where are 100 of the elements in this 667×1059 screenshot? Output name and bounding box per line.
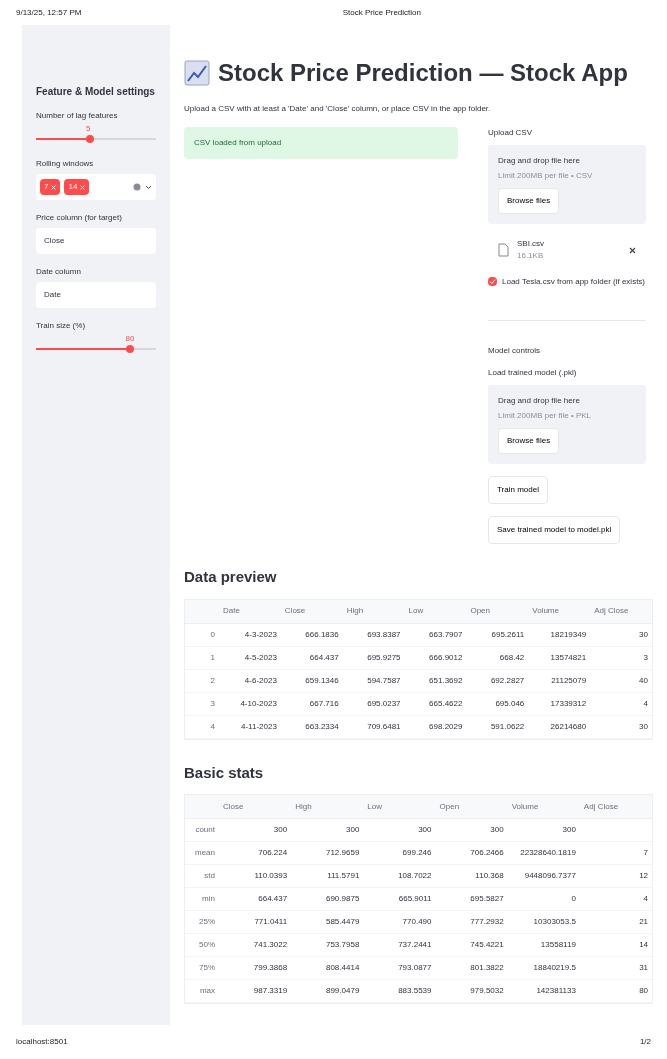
table-cell: 300 — [346, 825, 360, 834]
table-cell: 4 — [643, 894, 649, 903]
table-cell: 7 — [643, 848, 649, 857]
success-alert: CSV loaded from upload — [184, 127, 458, 159]
column-header: Adj Close — [593, 605, 630, 617]
upload-label: Upload CSV — [488, 127, 534, 139]
table-cell: 695.2611 — [491, 629, 525, 639]
table-cell: 22328640.1819 — [520, 848, 576, 857]
slider-label: Number of lag features — [36, 110, 119, 122]
table-cell: 300 — [490, 825, 504, 834]
column-header: Adj Close — [582, 800, 620, 813]
row-index: min — [201, 893, 216, 905]
table-cell: 18840219.5 — [533, 963, 576, 972]
dropzone-text: Drag and drop file here — [498, 155, 581, 167]
table-cell: 695.5827 — [470, 894, 504, 903]
column-header: Volume — [531, 605, 560, 617]
table-cell: 777.2932 — [470, 917, 504, 926]
row-index: std — [203, 870, 216, 882]
table-cell: 4-5-2023 — [244, 652, 277, 662]
row-index: 1 — [209, 651, 216, 664]
print-url: localhost:8501 — [16, 1036, 68, 1048]
table-cell: 706.2466 — [470, 848, 504, 857]
column-header: Volume — [510, 800, 540, 813]
slider-label: Train size (%) — [36, 320, 87, 332]
table-cell: 3 — [643, 652, 648, 662]
table-cell: 110.368 — [475, 871, 504, 880]
slider-thumb[interactable] — [125, 345, 134, 353]
table-cell: 690.9875 — [325, 894, 360, 903]
section-heading: Model controls — [488, 345, 542, 357]
table-cell: 4-11-2023 — [240, 721, 277, 731]
table-cell: 21 — [639, 917, 649, 926]
row-index: 3 — [209, 697, 216, 710]
column-header: Low — [366, 800, 384, 813]
table-cell: 883.5539 — [398, 986, 432, 995]
table-cell: 108.7022 — [398, 871, 432, 880]
table-cell: 699.246 — [402, 848, 432, 857]
table-cell: 663.7907 — [429, 629, 463, 639]
table-cell: 31 — [639, 963, 649, 972]
table-cell: 594.7587 — [367, 675, 401, 685]
slider-value: 5 — [86, 124, 91, 134]
multiselect-label: Rolling windows — [36, 158, 95, 170]
table-cell: 13558119 — [540, 940, 576, 949]
page-title: Stock Price Prediction — Stock App — [218, 58, 628, 88]
print-title: Stock Price Prediction — [342, 6, 421, 19]
row-index: mean — [194, 847, 216, 859]
table-cell: 695.0237 — [367, 698, 401, 708]
row-index: max — [198, 985, 216, 997]
dropzone-limit: Limit 200MB per file • CSV — [498, 170, 594, 182]
table-cell: 745.4221 — [470, 940, 504, 949]
table-cell: 666.1836 — [305, 629, 339, 639]
close-icon[interactable] — [629, 246, 636, 254]
action-button[interactable]: Save trained model to model.pkl — [488, 516, 621, 544]
table-cell: 0 — [571, 894, 576, 903]
table-cell: 665.4622 — [429, 698, 463, 708]
text-input[interactable]: Close — [36, 228, 156, 254]
table-cell: 706.224 — [258, 848, 288, 857]
file-dropzone[interactable]: Drag and drop file here Limit 200MB per file • CSV Browse files — [488, 145, 646, 224]
table-cell: 17339312 — [550, 698, 587, 708]
table-cell: 14 — [639, 940, 649, 949]
browse-files-button[interactable]: Browse files — [498, 188, 560, 214]
table-cell: 793.0877 — [398, 963, 432, 972]
page-subtitle: Upload a CSV with at least a 'Date' and 'Close' column, or place CSV in the app folder. — [184, 103, 492, 115]
column-header: Open — [438, 800, 461, 813]
table-cell: 664.437 — [309, 652, 339, 662]
table-cell: 899.0479 — [325, 986, 360, 995]
table-cell: 667.716 — [309, 698, 339, 708]
file-dropzone[interactable]: Drag and drop file here Limit 200MB per file • PKL Browse files — [488, 385, 646, 464]
table-cell: 808.4414 — [325, 963, 360, 972]
table-cell: 668.42 — [499, 652, 525, 662]
input-label: Price column (for target) — [36, 212, 123, 224]
table-cell: 737.2441 — [398, 940, 432, 949]
table-cell: 987.3319 — [253, 986, 288, 995]
table-cell: 80 — [639, 986, 649, 995]
chart-icon — [184, 60, 210, 86]
chevron-down-icon[interactable] — [145, 184, 152, 190]
table-cell: 695.046 — [495, 698, 525, 708]
text-input[interactable]: Date — [36, 282, 156, 308]
column-header: Close — [283, 605, 307, 617]
file-icon — [498, 243, 509, 257]
table-cell: 585.4479 — [325, 917, 360, 926]
table-cell: 142381133 — [536, 986, 576, 995]
section-heading: Basic stats — [184, 762, 265, 783]
checkbox[interactable] — [488, 277, 497, 286]
column-header: Open — [469, 605, 491, 617]
table-cell: 26214680 — [550, 721, 587, 731]
table-cell: 9448096.7377 — [524, 871, 576, 880]
row-index: 25% — [198, 916, 216, 928]
browse-files-button[interactable]: Browse files — [498, 428, 560, 454]
table-cell: 693.8387 — [367, 629, 401, 639]
table-cell: 4-10-2023 — [240, 698, 277, 708]
dropzone-text: Drag and drop file here — [498, 395, 581, 407]
table-cell: 30 — [639, 629, 648, 639]
slider-thumb[interactable] — [86, 135, 94, 143]
file-size: 16.1KB — [517, 250, 545, 262]
table-cell: 698.2029 — [429, 721, 463, 731]
table-cell: 111.5791 — [327, 871, 360, 880]
table-cell: 40 — [639, 675, 648, 685]
table-cell: 665.9011 — [398, 894, 432, 903]
action-button[interactable]: Train model — [488, 476, 548, 504]
table-cell: 591.0622 — [490, 721, 525, 731]
